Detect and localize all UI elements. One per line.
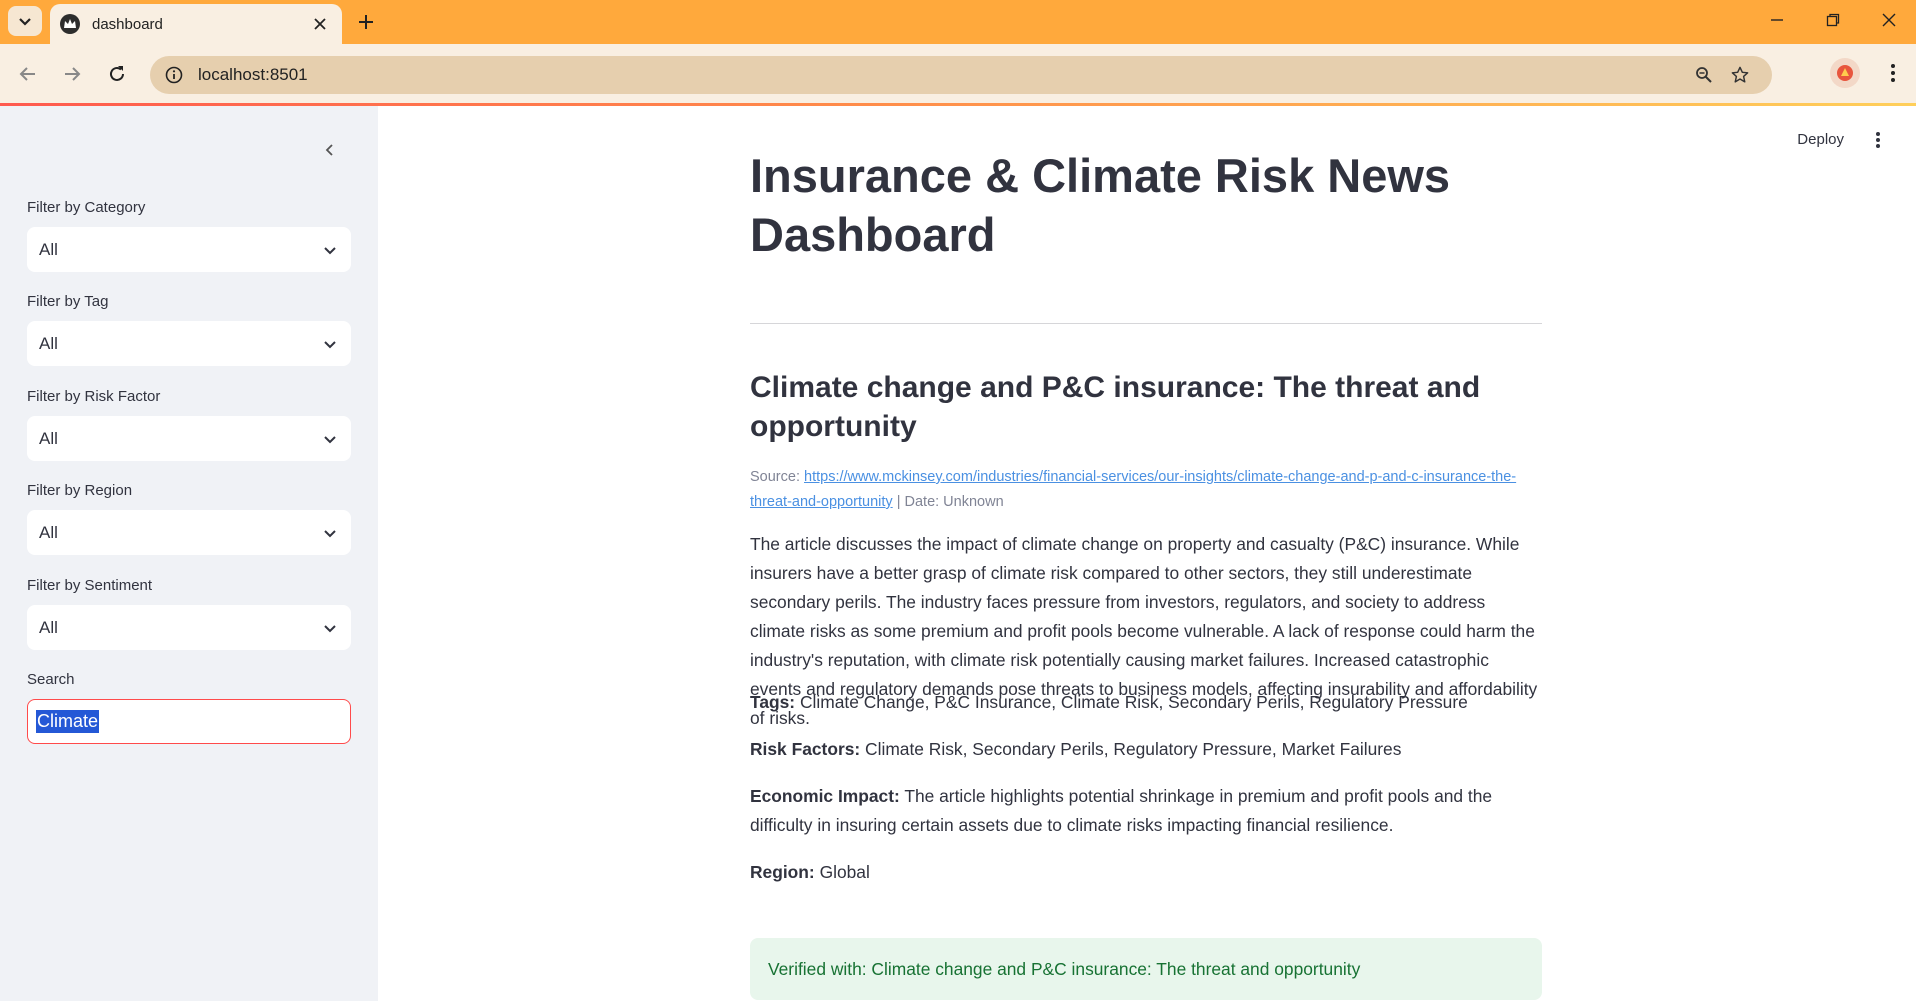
main-content: Deploy Insurance & Climate Risk News Das… — [378, 106, 1916, 1001]
tags-label: Tags: — [750, 692, 796, 712]
filter-region-label: Filter by Region — [27, 482, 133, 499]
chevron-down-icon — [19, 18, 31, 26]
region-value: Global — [819, 862, 870, 882]
forward-button[interactable] — [54, 56, 90, 92]
search-field: Search Climate — [27, 670, 351, 744]
plus-icon — [359, 15, 373, 29]
filter-category: Filter by Category All — [27, 198, 351, 272]
restore-button[interactable] — [1806, 0, 1860, 40]
filter-category-value: All — [39, 239, 58, 259]
chevron-down-icon — [324, 246, 336, 254]
verified-alert: Verified with: Climate change and P&C in… — [750, 938, 1542, 1000]
reload-button[interactable] — [99, 56, 135, 92]
restore-icon — [1826, 13, 1840, 27]
filter-region-value: All — [39, 522, 58, 542]
kebab-icon — [1876, 132, 1880, 148]
article-region: Region: Global — [750, 858, 1542, 887]
app-menu-button[interactable] — [1866, 128, 1890, 152]
site-info-button[interactable] — [160, 61, 188, 89]
minimize-button[interactable] — [1750, 0, 1804, 40]
filter-tag-label: Filter by Tag — [27, 293, 109, 310]
filter-sentiment: Filter by Sentiment All — [27, 576, 351, 650]
page-title: Insurance & Climate Risk News Dashboard — [750, 149, 1451, 261]
filter-category-select[interactable]: All — [27, 227, 351, 272]
minimize-icon — [1771, 19, 1783, 21]
article-title: Climate change and P&C insurance: The th… — [750, 371, 1481, 443]
filter-risk-factor-select[interactable]: All — [27, 416, 351, 461]
search-input[interactable]: Climate — [27, 699, 351, 744]
zoom-icon — [1696, 67, 1712, 83]
risk-factors-value: Climate Risk, Secondary Perils, Regulato… — [865, 739, 1402, 759]
article-tags: Tags: Climate Change, P&C Insurance, Cli… — [750, 688, 1542, 717]
filter-risk-factor-value: All — [39, 428, 58, 448]
new-tab-button[interactable] — [352, 8, 380, 36]
divider — [750, 323, 1542, 324]
filter-region: Filter by Region All — [27, 481, 351, 555]
avatar-icon — [1837, 65, 1853, 81]
close-icon — [1882, 13, 1896, 27]
sidebar: Filter by Category All Filter by Tag All… — [0, 106, 378, 1001]
filter-sentiment-value: All — [39, 617, 58, 637]
article-date: | Date: Unknown — [896, 494, 1004, 510]
search-label: Search — [27, 671, 75, 688]
article-meta: Source: https://www.mckinsey.com/industr… — [750, 465, 1542, 515]
filter-sentiment-label: Filter by Sentiment — [27, 577, 153, 594]
profile-avatar[interactable] — [1830, 58, 1860, 88]
source-label: Source: — [750, 469, 800, 485]
filter-risk-factor-label: Filter by Risk Factor — [27, 388, 161, 405]
zoom-button[interactable] — [1686, 57, 1722, 93]
filter-region-select[interactable]: All — [27, 510, 351, 555]
address-bar[interactable]: localhost:8501 — [150, 56, 1772, 94]
chevron-down-icon — [324, 435, 336, 443]
sidebar-collapse-button[interactable] — [316, 136, 344, 164]
streamlit-crown-icon — [60, 14, 80, 34]
reload-icon — [110, 66, 124, 81]
chevron-left-icon — [325, 144, 333, 156]
chevron-down-icon — [324, 624, 336, 632]
browser-toolbar: localhost:8501 — [0, 44, 1916, 104]
tab-search-button[interactable] — [8, 6, 42, 36]
window-close-button[interactable] — [1862, 0, 1916, 40]
deploy-button[interactable]: Deploy — [1797, 131, 1844, 148]
filter-tag-select[interactable]: All — [27, 321, 351, 366]
browser-tabstrip: dashboard — [0, 0, 1916, 44]
filter-risk-factor: Filter by Risk Factor All — [27, 387, 351, 461]
tags-value: Climate Change, P&C Insurance, Climate R… — [799, 692, 1468, 712]
filter-sentiment-select[interactable]: All — [27, 605, 351, 650]
verified-text: Verified with: Climate change and P&C in… — [768, 958, 1361, 979]
article-economic-impact: Economic Impact: The article highlights … — [750, 782, 1542, 840]
filter-tag-value: All — [39, 333, 58, 353]
arrow-right-icon — [65, 67, 81, 81]
browser-tab[interactable]: dashboard — [50, 4, 342, 44]
tab-close-button[interactable] — [308, 12, 332, 36]
chevron-down-icon — [324, 340, 336, 348]
back-button[interactable] — [10, 56, 46, 92]
source-link[interactable]: https://www.mckinsey.com/industries/fina… — [750, 469, 1516, 510]
star-icon — [1731, 66, 1749, 83]
kebab-icon — [1891, 64, 1895, 82]
close-icon — [314, 18, 326, 30]
filter-category-label: Filter by Category — [27, 199, 146, 216]
info-icon — [165, 66, 183, 84]
chevron-down-icon — [324, 529, 336, 537]
url-text[interactable]: localhost:8501 — [198, 65, 1686, 85]
bookmark-button[interactable] — [1722, 57, 1758, 93]
tab-title: dashboard — [92, 15, 163, 33]
region-label: Region: — [750, 862, 815, 882]
arrow-left-icon — [19, 67, 35, 81]
economic-impact-label: Economic Impact: — [750, 786, 900, 806]
filter-tag: Filter by Tag All — [27, 292, 351, 366]
risk-factors-label: Risk Factors: — [750, 739, 861, 759]
browser-menu-button[interactable] — [1878, 58, 1908, 88]
article-risk-factors: Risk Factors: Climate Risk, Secondary Pe… — [750, 735, 1542, 764]
search-input-value[interactable]: Climate — [36, 710, 100, 733]
